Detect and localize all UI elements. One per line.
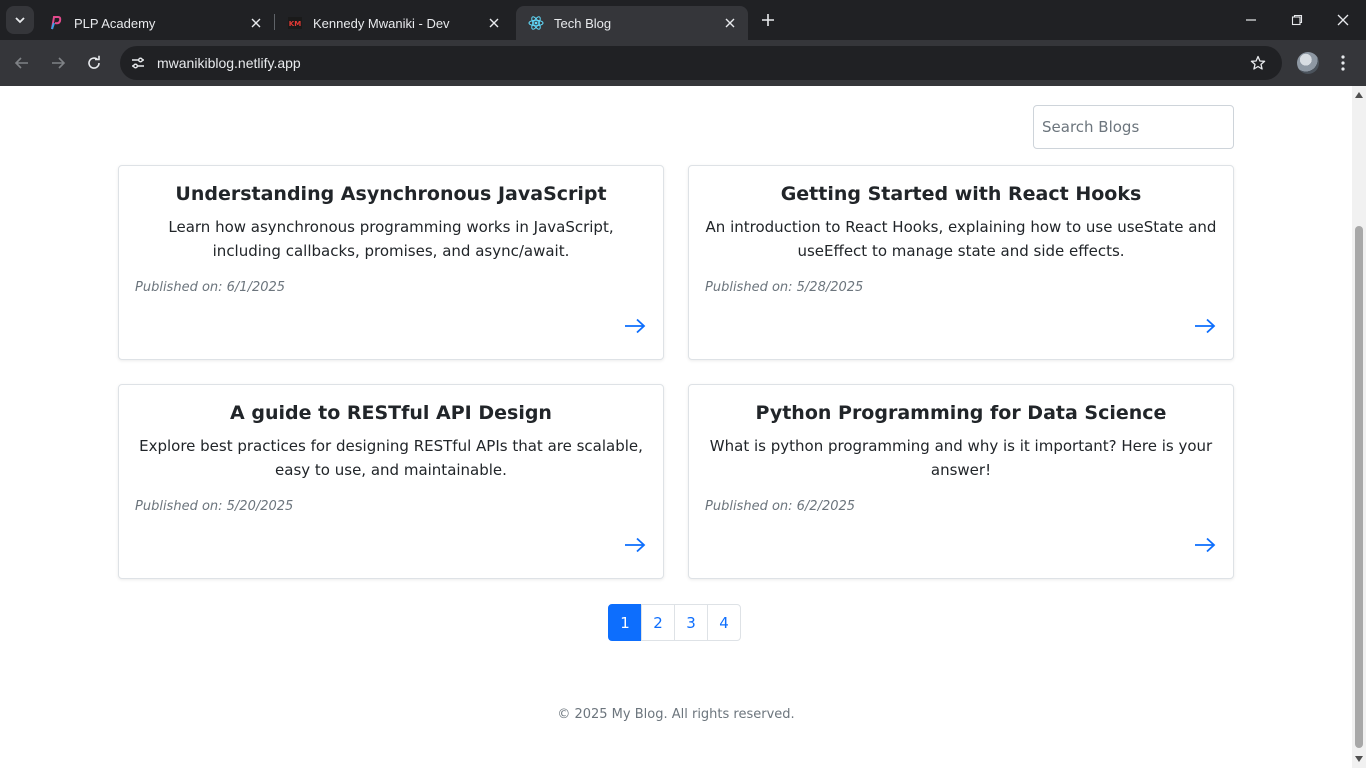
pagination: 1 2 3 4 <box>608 604 741 641</box>
close-window-button[interactable] <box>1320 0 1366 40</box>
arrow-right-icon <box>1195 537 1216 553</box>
chevron-down-icon <box>15 17 25 24</box>
read-more-link[interactable] <box>1193 315 1217 337</box>
page-button-3[interactable]: 3 <box>674 604 708 641</box>
search-input[interactable] <box>1033 105 1234 149</box>
close-icon <box>1337 14 1349 26</box>
arrow-right-icon <box>52 57 66 69</box>
minimize-icon <box>1246 19 1256 21</box>
restore-button[interactable] <box>1274 0 1320 40</box>
blog-card-date: Published on: 6/1/2025 <box>135 280 286 295</box>
close-tab-icon[interactable] <box>244 11 268 35</box>
blog-card-description: An introduction to React Hooks, explaini… <box>705 218 1217 260</box>
tab-search-button[interactable] <box>6 6 34 34</box>
blog-card-description: Learn how asynchronous programming works… <box>168 218 614 260</box>
page-button-1[interactable]: 1 <box>608 604 642 641</box>
tab-kennedy-mwaniki-dev[interactable]: KM Kennedy Mwaniki - Dev <box>275 6 512 40</box>
blog-card-date: Published on: 6/2/2025 <box>705 499 856 514</box>
plp-academy-favicon-icon <box>48 15 64 31</box>
tab-title: PLP Academy <box>74 15 156 31</box>
profile-avatar[interactable] <box>1297 52 1319 74</box>
blog-card-date: Published on: 5/28/2025 <box>705 280 864 295</box>
page-content: Understanding Asynchronous JavaScript Le… <box>0 86 1352 768</box>
blog-card-title: Getting Started with React Hooks <box>780 183 1142 205</box>
tab-tech-blog[interactable]: Tech Blog <box>516 6 748 40</box>
url-text: mwanikiblog.netlify.app <box>157 55 301 71</box>
browser-toolbar: mwanikiblog.netlify.app <box>0 40 1366 86</box>
km-favicon-icon: KM <box>287 15 303 31</box>
read-more-link[interactable] <box>1193 534 1217 556</box>
blog-card: Python Programming for Data Science What… <box>688 384 1234 579</box>
reload-button[interactable] <box>80 49 108 77</box>
close-tab-icon[interactable] <box>718 11 742 35</box>
plus-icon <box>762 14 774 26</box>
arrow-right-icon <box>625 318 646 334</box>
minimize-button[interactable] <box>1228 0 1274 40</box>
address-bar[interactable]: mwanikiblog.netlify.app <box>120 46 1282 80</box>
blog-card-description: What is python programming and why is it… <box>709 437 1213 479</box>
svg-text:KM: KM <box>289 20 301 28</box>
arrow-left-icon <box>14 57 28 69</box>
reload-icon <box>88 55 100 69</box>
tune-icon <box>132 57 144 69</box>
scrollbar-thumb[interactable] <box>1355 226 1363 748</box>
blog-card-title: Python Programming for Data Science <box>755 402 1167 424</box>
tab-title: Tech Blog <box>554 15 612 31</box>
blog-card: Getting Started with React Hooks An intr… <box>688 165 1234 360</box>
read-more-link[interactable] <box>623 315 647 337</box>
more-vertical-icon <box>1341 55 1345 71</box>
tab-title: Kennedy Mwaniki - Dev <box>313 15 450 31</box>
blog-card: A guide to RESTful API Design Explore be… <box>118 384 664 579</box>
tab-plp-academy[interactable]: PLP Academy <box>36 6 274 40</box>
browser-tab-strip: PLP Academy KM Kennedy Mwaniki - Dev Tec… <box>0 0 1366 40</box>
forward-button[interactable] <box>44 49 72 77</box>
bookmark-button[interactable] <box>1246 51 1270 75</box>
browser-menu-button[interactable] <box>1334 51 1352 75</box>
star-icon <box>1250 55 1266 70</box>
scroll-up-arrow-icon[interactable] <box>1355 92 1363 98</box>
site-info-button[interactable] <box>126 51 150 75</box>
scroll-down-arrow-icon[interactable] <box>1355 756 1363 762</box>
arrow-right-icon <box>625 537 646 553</box>
blog-card-title: Understanding Asynchronous JavaScript <box>175 183 607 205</box>
close-tab-icon[interactable] <box>482 11 506 35</box>
blog-card-date: Published on: 5/20/2025 <box>135 499 294 514</box>
restore-icon <box>1291 14 1303 26</box>
page-button-2[interactable]: 2 <box>641 604 675 641</box>
footer-copyright: © 2025 My Blog. All rights reserved. <box>557 707 795 722</box>
blog-card-description: Explore best practices for designing RES… <box>139 437 643 479</box>
new-tab-button[interactable] <box>756 8 780 32</box>
arrow-right-icon <box>1195 318 1216 334</box>
react-favicon-icon <box>528 15 544 31</box>
back-button[interactable] <box>8 49 36 77</box>
page-button-4[interactable]: 4 <box>707 604 741 641</box>
read-more-link[interactable] <box>623 534 647 556</box>
page-scrollbar[interactable] <box>1352 86 1366 768</box>
blog-card-title: A guide to RESTful API Design <box>230 402 552 424</box>
blog-card: Understanding Asynchronous JavaScript Le… <box>118 165 664 360</box>
